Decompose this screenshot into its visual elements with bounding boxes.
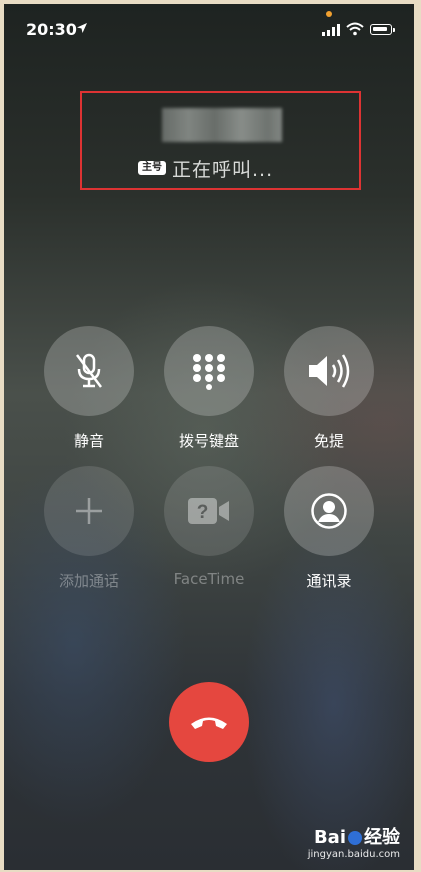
baidu-watermark: Bai 经验 jingyan.baidu.com [308,823,400,860]
add-call-circle[interactable] [44,466,134,556]
add-call-label: 添加通话 [58,572,119,590]
speaker-button[interactable]: 免提 [284,326,374,451]
plus-icon [76,498,102,524]
keypad-label: 拨号键盘 [178,432,239,450]
mute-label: 静音 [73,432,104,450]
contacts-person-icon [311,493,347,529]
call-status: 正在呼叫... [172,159,274,181]
watermark-brand: Bai [313,827,346,848]
battery-icon [370,24,392,35]
location-arrow-icon [77,23,87,33]
svg-text:?: ? [197,502,209,523]
hang-up-phone-icon [191,717,227,729]
battery-nub [393,28,395,32]
speaker-circle[interactable] [284,326,374,416]
facetime-label: FaceTime [173,570,245,588]
contacts-label: 通讯录 [306,572,352,590]
mute-microphone-icon [76,353,102,388]
keypad-button[interactable]: 拨号键盘 [164,326,254,451]
signal-icon [322,24,340,36]
contacts-circle[interactable] [284,466,374,556]
facetime-circle[interactable]: ? [164,466,254,556]
caller-name-blurred [162,108,282,142]
watermark-logo: Bai 经验 [308,823,400,849]
watermark-url: jingyan.baidu.com [307,849,400,860]
keypad-circle[interactable] [164,326,254,416]
contacts-button[interactable]: 通讯录 [284,466,374,591]
add-call-button[interactable]: 添加通话 [44,466,134,591]
mute-button[interactable]: 静音 [44,326,134,451]
keypad-icon [193,354,225,390]
status-bar: 20:30 [4,4,414,56]
status-time: 20:30 [26,20,77,39]
call-screen: 20:30 主号 正在呼叫... 静音 拨号键盘 免提 添加通话 ? FaceT… [4,4,414,870]
end-call-button[interactable] [169,682,249,762]
wifi-icon [346,22,364,36]
sim-badge: 主号 [138,161,166,175]
caller-info: 主号 正在呼叫... [80,91,361,190]
speaker-label: 免提 [313,432,344,450]
speaker-icon [309,354,350,388]
privacy-indicator-dot [326,11,332,17]
mute-circle[interactable] [44,326,134,416]
facetime-unavailable-icon: ? [188,498,229,524]
facetime-button[interactable]: ? FaceTime [164,466,254,588]
baidu-paw-icon [348,831,362,845]
watermark-brand-suffix: 经验 [364,827,400,848]
